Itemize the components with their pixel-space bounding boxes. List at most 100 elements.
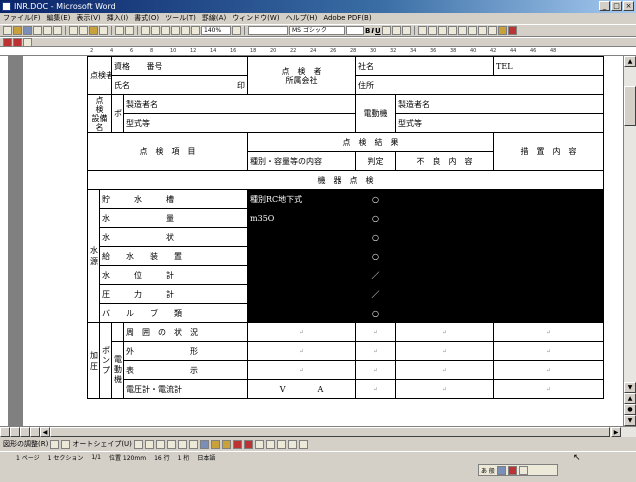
defects-cell[interactable] xyxy=(395,284,495,304)
vertical-scrollbar[interactable]: ▲ ▼ ▲ ● ▼ xyxy=(623,56,636,426)
menu-edit[interactable]: 編集(E) xyxy=(44,13,74,24)
judgement-cell[interactable]: ↵ xyxy=(355,360,397,380)
new-doc-icon[interactable] xyxy=(3,26,12,35)
textbox-icon[interactable] xyxy=(177,439,187,449)
address-cell[interactable]: 住所 xyxy=(355,75,605,95)
scroll-up-arrow-icon[interactable]: ▲ xyxy=(624,56,636,67)
close-button[interactable]: × xyxy=(623,1,634,11)
maker2-cell[interactable]: 製造者名 xyxy=(395,94,605,114)
defects-cell[interactable] xyxy=(395,189,495,209)
preview-icon[interactable] xyxy=(43,26,52,35)
drawing-icon[interactable] xyxy=(181,26,190,35)
menu-window[interactable]: ウィンドウ(W) xyxy=(229,13,282,24)
select-objects-icon[interactable] xyxy=(50,439,60,449)
defects-cell[interactable]: ↵ xyxy=(395,322,495,342)
judgement-cell[interactable]: ○ xyxy=(355,303,397,323)
type-cell[interactable] xyxy=(247,284,357,304)
outline-view-icon[interactable] xyxy=(30,427,40,437)
defects-cell[interactable] xyxy=(395,303,495,323)
menu-file[interactable]: ファイル(F) xyxy=(0,13,44,24)
excel-icon[interactable] xyxy=(161,26,170,35)
scroll-left-arrow-icon[interactable]: ◀ xyxy=(40,427,50,437)
defects-cell[interactable]: ↵ xyxy=(395,360,495,380)
print-icon[interactable] xyxy=(33,26,42,35)
undo-icon[interactable] xyxy=(115,26,124,35)
judgement-cell[interactable]: ○ xyxy=(355,246,397,266)
italic-button[interactable]: I xyxy=(371,27,374,35)
defects-cell[interactable] xyxy=(395,227,495,247)
indent-icon[interactable] xyxy=(477,26,487,35)
type-cell[interactable]: ↵ xyxy=(247,360,357,380)
print-view-icon[interactable] xyxy=(20,427,30,437)
wordart-icon[interactable] xyxy=(199,439,209,449)
defects-cell[interactable]: ↵ xyxy=(395,341,495,361)
ime-pad-icon[interactable] xyxy=(496,465,506,475)
numbering-icon[interactable] xyxy=(457,26,467,35)
next-page-icon[interactable]: ▼ xyxy=(624,415,636,426)
judgement-cell[interactable]: ／ xyxy=(355,284,397,304)
measures-cell[interactable] xyxy=(493,246,605,266)
model1-cell[interactable]: 型式等 xyxy=(122,113,357,133)
font-color-draw-icon[interactable] xyxy=(243,439,253,449)
hyperlink-icon[interactable] xyxy=(141,26,150,35)
arrow-icon[interactable] xyxy=(144,439,154,449)
size-select[interactable] xyxy=(346,26,364,35)
shadow-icon[interactable] xyxy=(287,439,297,449)
style-select[interactable] xyxy=(248,26,288,35)
name-cell[interactable]: 氏名 印 xyxy=(110,75,249,95)
paste-icon[interactable] xyxy=(89,26,98,35)
document-area[interactable]: 点検者 資格 番号 点 検 者 所属会社 社名 TEL 氏名 印 住所 点 検 設… xyxy=(9,56,623,426)
justify-icon[interactable] xyxy=(447,26,457,35)
menu-format[interactable]: 書式(O) xyxy=(131,13,162,24)
outdent-icon[interactable] xyxy=(487,26,497,35)
type-cell[interactable]: ↵ xyxy=(247,322,357,342)
model2-cell[interactable]: 型式等 xyxy=(395,113,605,133)
oval-icon[interactable] xyxy=(166,439,176,449)
document-page[interactable]: 点検者 資格 番号 点 検 者 所属会社 社名 TEL 氏名 印 住所 点 検 設… xyxy=(23,56,623,426)
judgement-cell[interactable]: ○ xyxy=(355,208,397,228)
judgement-cell[interactable]: ↵ xyxy=(355,379,397,399)
word-app-icon[interactable] xyxy=(2,2,11,11)
redo-icon[interactable] xyxy=(125,26,134,35)
copy-icon[interactable] xyxy=(79,26,88,35)
pdf-convert-icon[interactable] xyxy=(3,38,12,46)
defects-cell[interactable] xyxy=(395,208,495,228)
normal-view-icon[interactable] xyxy=(0,427,10,437)
align-center-icon[interactable] xyxy=(427,26,437,35)
scroll-down-arrow-icon[interactable]: ▼ xyxy=(624,382,636,393)
type-cell[interactable]: 種別RC地下式 xyxy=(247,189,357,209)
horizontal-scrollbar[interactable]: ◀ ▶ xyxy=(0,426,636,437)
autoshape-menu[interactable]: オートシェイプ(U) xyxy=(72,439,132,449)
menu-view[interactable]: 表示(V) xyxy=(73,13,103,24)
pdf-email-icon[interactable] xyxy=(13,38,22,46)
border-icon[interactable] xyxy=(381,26,391,35)
measures-cell[interactable] xyxy=(493,303,605,323)
measures-cell[interactable] xyxy=(493,189,605,209)
line-icon[interactable] xyxy=(133,439,143,449)
measures-cell[interactable] xyxy=(493,284,605,304)
char-scale-icon[interactable] xyxy=(401,26,411,35)
rectangle-icon[interactable] xyxy=(155,439,165,449)
ime-mode[interactable]: あ 般 xyxy=(481,466,495,475)
type-cell[interactable] xyxy=(247,303,357,323)
judgement-cell[interactable]: ／ xyxy=(355,265,397,285)
judgement-cell[interactable]: ↵ xyxy=(355,341,397,361)
vertical-textbox-icon[interactable] xyxy=(188,439,198,449)
type-cell[interactable]: m35O xyxy=(247,208,357,228)
clipart-icon[interactable] xyxy=(210,439,220,449)
open-folder-icon[interactable] xyxy=(13,26,22,35)
measures-cell[interactable]: ↵ xyxy=(493,322,605,342)
underline-button[interactable]: U xyxy=(375,27,381,35)
rotate-icon[interactable] xyxy=(61,439,71,449)
help-icon[interactable] xyxy=(232,26,241,35)
voltage-current-cell[interactable]: V A xyxy=(247,379,357,399)
qualification-cell[interactable]: 資格 番号 xyxy=(110,56,249,76)
menu-insert[interactable]: 挿入(I) xyxy=(104,13,132,24)
menu-tools[interactable]: ツール(T) xyxy=(162,13,199,24)
pdf-review-icon[interactable] xyxy=(23,38,32,46)
line-color-icon[interactable] xyxy=(232,439,242,449)
judgement-cell[interactable]: ○ xyxy=(355,227,397,247)
type-cell[interactable] xyxy=(247,246,357,266)
columns-icon[interactable] xyxy=(171,26,180,35)
measures-cell[interactable] xyxy=(493,227,605,247)
